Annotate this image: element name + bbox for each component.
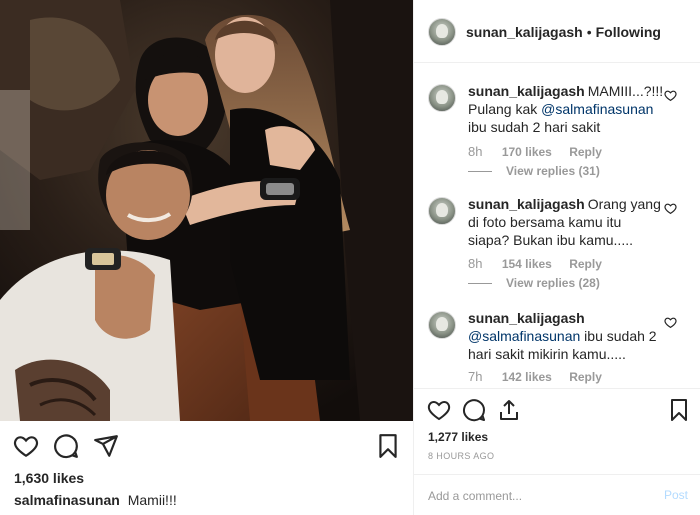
instagram-post-view: 1,630 likes salmafinasunan Mamii!!! suna… [0, 0, 700, 515]
avatar[interactable] [428, 18, 456, 46]
comments-list[interactable]: sunan_kalijagash MAMIII...?!!! Pulang kak … [414, 64, 700, 388]
caption-username[interactable]: salmafinasunan [14, 492, 120, 508]
avatar[interactable] [428, 197, 456, 225]
avatar[interactable] [428, 84, 456, 112]
comment-icon[interactable] [53, 433, 79, 459]
add-comment-bar: Post [414, 474, 700, 515]
comment-likes[interactable]: 170 likes [502, 145, 552, 159]
heart-icon[interactable] [664, 89, 677, 102]
bookmark-icon[interactable] [375, 433, 401, 459]
upload-icon[interactable] [497, 398, 521, 422]
post-timestamp[interactable]: 8 HOURS AGO [428, 451, 494, 461]
post-caption: salmafinasunan Mamii!!! [14, 492, 177, 508]
post-header: sunan_kalijagash • Following [414, 0, 700, 63]
view-replies-button[interactable]: View replies (28) [468, 276, 600, 290]
header-username[interactable]: sunan_kalijagash [466, 24, 583, 40]
comment-time[interactable]: 8h [468, 256, 482, 271]
post-actions-left: 1,630 likes salmafinasunan Mamii!!! [0, 421, 413, 515]
view-replies-line [468, 171, 492, 173]
comment-time[interactable]: 7h [468, 369, 482, 384]
comment-text: sunan_kalijagash MAMIII...?!!! Pulang kak … [468, 82, 663, 136]
post-likes-count[interactable]: 1,630 likes [14, 470, 84, 486]
following-button[interactable]: Following [596, 24, 661, 40]
post-photo[interactable] [0, 0, 413, 421]
reply-button[interactable]: Reply [569, 257, 602, 271]
caption-text: Mamii!!! [127, 492, 177, 508]
comment-icon[interactable] [462, 398, 486, 422]
post-actions-panel: 1,277 likes 8 HOURS AGO [414, 388, 700, 474]
comment-username[interactable]: sunan_kalijagash [468, 310, 585, 326]
post-button[interactable]: Post [664, 488, 688, 502]
photo-illustration [0, 0, 413, 421]
share-icon[interactable] [93, 433, 119, 459]
comment-meta: 8h 154 likes Reply [468, 256, 616, 271]
header-separator: • [586, 24, 592, 40]
comment-mention[interactable]: @salmafinasunan [541, 101, 653, 117]
bookmark-icon[interactable] [667, 398, 691, 422]
panel-likes-count[interactable]: 1,277 likes [428, 430, 488, 444]
view-replies-line [468, 283, 492, 285]
comment-likes[interactable]: 142 likes [502, 370, 552, 384]
view-replies-button[interactable]: View replies (31) [468, 164, 600, 178]
view-replies-label: View replies (28) [506, 276, 600, 290]
view-replies-label: View replies (31) [506, 164, 600, 178]
comment-username[interactable]: sunan_kalijagash [468, 83, 585, 99]
comment-text: sunan_kalijagash @salmafinasunan ibu sud… [468, 309, 663, 363]
heart-icon[interactable] [664, 316, 677, 329]
heart-icon[interactable] [13, 433, 39, 459]
comment-likes[interactable]: 154 likes [502, 257, 552, 271]
comment-text-after: ibu sudah 2 hari sakit [468, 119, 601, 135]
heart-icon[interactable] [664, 202, 677, 215]
comment-mention[interactable]: @salmafinasunan [468, 328, 580, 344]
heart-icon[interactable] [427, 398, 451, 422]
comment-meta: 7h 142 likes Reply [468, 369, 616, 384]
comment-username[interactable]: sunan_kalijagash [468, 196, 585, 212]
comment-time[interactable]: 8h [468, 144, 482, 159]
avatar[interactable] [428, 311, 456, 339]
post-side-panel: sunan_kalijagash • Following sunan_kalijag… [413, 0, 700, 515]
reply-button[interactable]: Reply [569, 370, 602, 384]
reply-button[interactable]: Reply [569, 145, 602, 159]
header-user-line: sunan_kalijagash • Following [466, 24, 661, 40]
comment-text: sunan_kalijagash Orang yang di foto bersa… [468, 195, 663, 249]
comment-meta: 8h 170 likes Reply [468, 144, 616, 159]
add-comment-input[interactable] [428, 486, 648, 506]
